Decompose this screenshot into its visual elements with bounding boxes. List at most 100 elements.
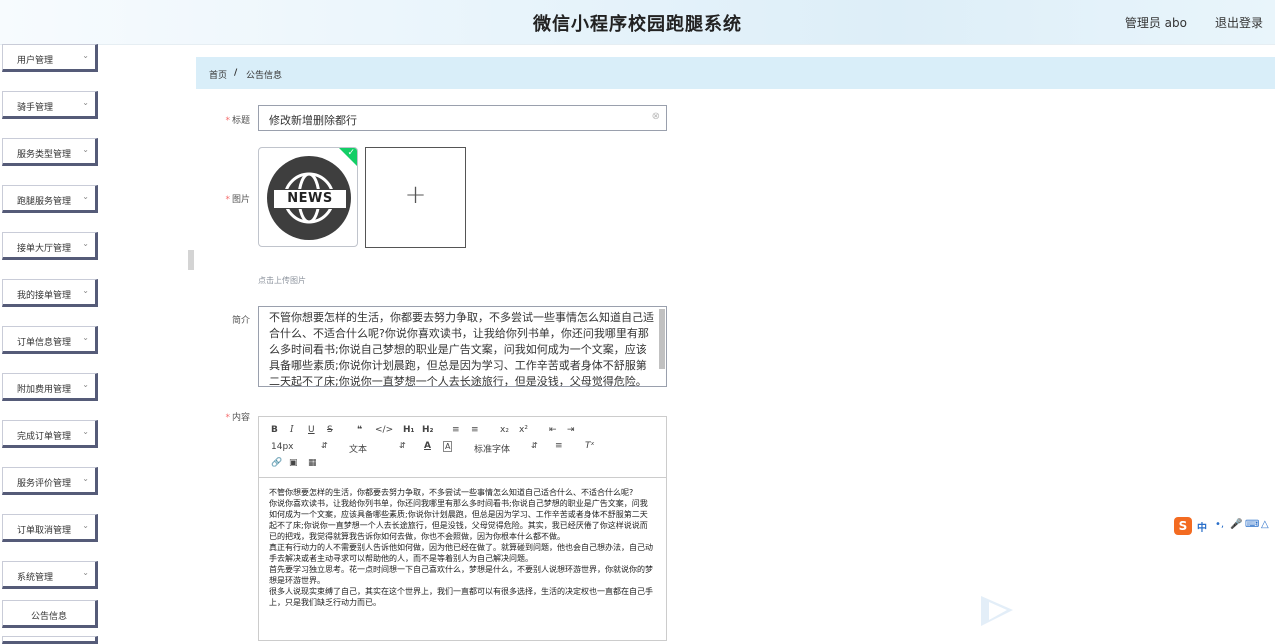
heading-2-icon[interactable]: H₂	[422, 425, 433, 435]
subscript-icon[interactable]: x₂	[500, 425, 509, 435]
sidebar-item-riders[interactable]: 骑手管理 ⌄	[2, 91, 98, 119]
editor-paragraph: 你说你喜欢读书，让我给你列书单，你还问我哪里有那么多时间看书;你说自己梦想的职业…	[269, 499, 648, 541]
sidebar-item-label: 公告信息	[31, 612, 68, 622]
image-icon[interactable]: ▣	[289, 458, 298, 468]
rich-text-editor: B I U S ❝ </> H₁ H₂ ≡ ≡ x₂ x² ⇤ ⇥ 14px ⇵…	[258, 416, 667, 641]
required-mark: *	[225, 195, 230, 205]
textarea-scrollbar[interactable]	[659, 309, 665, 369]
sidebar-item-label: 服务类型管理	[17, 150, 72, 160]
superscript-icon[interactable]: x²	[519, 425, 528, 435]
sidebar-item-label: 订单信息管理	[17, 338, 72, 348]
chevron-down-icon: ⌄	[82, 380, 89, 389]
blockquote-icon[interactable]: ❝	[357, 425, 362, 435]
skin-icon[interactable]: △	[1261, 519, 1269, 530]
sidebar-item-my-orders[interactable]: 我的接单管理 ⌄	[2, 279, 98, 307]
video-icon[interactable]: ▦	[308, 458, 317, 468]
italic-icon[interactable]: I	[290, 425, 294, 435]
chevron-down-icon: ⌄	[82, 192, 89, 201]
indent-icon[interactable]: ⇥	[567, 425, 575, 435]
heading-1-icon[interactable]: H₁	[403, 425, 414, 435]
chevron-down-icon: ⌄	[82, 474, 89, 483]
link-icon[interactable]: 🔗	[271, 458, 282, 468]
uploaded-image-thumbnail[interactable]: NEWS ✓	[258, 147, 358, 247]
watermark-logo-icon	[981, 596, 1013, 626]
editor-toolbar: B I U S ❝ </> H₁ H₂ ≡ ≡ x₂ x² ⇤ ⇥ 14px ⇵…	[259, 417, 666, 478]
ime-mode-label[interactable]: 中	[1197, 519, 1207, 534]
chevron-down-icon: ⌄	[82, 568, 89, 577]
sidebar-item-extra-fees[interactable]: 附加费用管理 ⌄	[2, 373, 98, 401]
punctuation-icon[interactable]: •,	[1215, 519, 1224, 530]
chevron-down-icon: ⌄	[82, 286, 89, 295]
sidebar-item-order-hall[interactable]: 接单大厅管理 ⌄	[2, 232, 98, 260]
background-color-icon[interactable]: A	[443, 441, 453, 452]
intro-label: 简介	[231, 316, 250, 326]
sidebar-item-label: 完成订单管理	[17, 432, 72, 442]
editor-paragraph: 很多人说现实束缚了自己，其实在这个世界上，我们一直都可以有很多选择，生活的决定权…	[269, 587, 653, 607]
chevron-down-icon: ⌄	[82, 333, 89, 342]
sidebar-item-partial[interactable]	[2, 636, 98, 644]
select-arrows-icon: ⇵	[399, 441, 406, 450]
intro-textarea-value: 不管你想要怎样的生活，你都要去努力争取，不多尝试一些事情怎么知道自己适合什么、不…	[269, 311, 654, 387]
select-arrows-icon: ⇵	[531, 441, 538, 450]
sidebar-item-completed-orders[interactable]: 完成订单管理 ⌄	[2, 420, 98, 448]
sogou-logo-icon: S	[1174, 517, 1192, 535]
underline-icon[interactable]: U	[308, 425, 315, 435]
sidebar-item-label: 服务评价管理	[17, 479, 72, 489]
sidebar-item-label: 用户管理	[17, 56, 54, 66]
sidebar-item-label: 骑手管理	[17, 103, 54, 113]
chevron-down-icon: ⌄	[82, 98, 89, 107]
strikethrough-icon[interactable]: S	[327, 425, 333, 435]
news-globe-icon: NEWS	[267, 156, 351, 240]
keyboard-icon[interactable]: ⌨	[1245, 519, 1259, 530]
sidebar-item-order-cancel[interactable]: 订单取消管理 ⌄	[2, 514, 98, 542]
ime-toolbar[interactable]: S 中 •, 🎤 ⌨ △	[1172, 516, 1275, 536]
microphone-icon[interactable]: 🎤	[1230, 519, 1242, 530]
clear-icon[interactable]: ⊗	[652, 111, 660, 122]
chevron-down-icon: ⌄	[82, 521, 89, 530]
sidebar-item-errand-services[interactable]: 跑腿服务管理 ⌄	[2, 185, 98, 213]
content-label: * 内容	[225, 413, 250, 423]
sidebar-item-label: 系统管理	[17, 573, 54, 583]
font-size-select[interactable]: 14px	[271, 442, 294, 452]
logout-link[interactable]: 退出登录	[1215, 14, 1263, 31]
sidebar-item-label: 我的接单管理	[17, 291, 72, 301]
chevron-down-icon: ⌄	[82, 239, 89, 248]
clear-format-icon[interactable]: Tˣ	[585, 441, 595, 451]
sidebar-item-users[interactable]: 用户管理 ⌄	[2, 44, 98, 72]
upload-hint: 点击上传图片	[258, 276, 306, 285]
decorative-bar	[188, 250, 194, 270]
editor-content[interactable]: 不管你想要怎样的生活，你都要去努力争取，不多尝试一些事情怎么知道自己适合什么、不…	[269, 487, 654, 608]
outdent-icon[interactable]: ⇤	[549, 425, 557, 435]
align-icon[interactable]: ≡	[555, 441, 563, 451]
intro-textarea[interactable]: 不管你想要怎样的生活，你都要去努力争取，不多尝试一些事情怎么知道自己适合什么、不…	[258, 306, 667, 387]
image-label: * 图片	[225, 195, 250, 205]
breadcrumb-separator: /	[234, 68, 238, 78]
breadcrumb-home[interactable]: 首页	[209, 68, 227, 81]
font-family-select[interactable]: 标准字体	[474, 442, 510, 455]
block-format-select[interactable]: 文本	[349, 442, 367, 455]
code-block-icon[interactable]: </>	[375, 425, 393, 435]
editor-paragraph: 不管你想要怎样的生活，你都要去努力争取，不多尝试一些事情怎么知道自己适合什么、不…	[269, 488, 634, 497]
font-color-icon[interactable]: A	[424, 441, 431, 451]
upload-image-button[interactable]: +	[365, 147, 466, 248]
bullet-list-icon[interactable]: ≡	[471, 425, 479, 435]
sidebar-item-label: 订单取消管理	[17, 526, 72, 536]
top-header: 微信小程序校园跑腿系统 管理员 abo 退出登录	[0, 0, 1275, 45]
sidebar-item-order-info[interactable]: 订单信息管理 ⌄	[2, 326, 98, 354]
required-mark: *	[225, 413, 230, 423]
sidebar-item-label: 跑腿服务管理	[17, 197, 72, 207]
sidebar-item-service-reviews[interactable]: 服务评价管理 ⌄	[2, 467, 98, 495]
bold-icon[interactable]: B	[271, 425, 278, 435]
sidebar-item-service-types[interactable]: 服务类型管理 ⌄	[2, 138, 98, 166]
breadcrumb-current: 公告信息	[246, 71, 283, 81]
select-arrows-icon: ⇵	[321, 441, 328, 450]
title-input[interactable]: 修改新增删除都行 ⊗	[258, 105, 667, 131]
sidebar-item-system[interactable]: 系统管理 ⌄	[2, 561, 98, 589]
editor-paragraph: 首先要学习独立思考。花一点时间想一下自己喜欢什么，梦想是什么，不要别人说想环游世…	[269, 565, 653, 585]
editor-paragraph: 真正有行动力的人不需要别人告诉他如何做，因为他已经在做了。就算碰到问题，他也会自…	[269, 543, 653, 563]
required-mark: *	[225, 116, 230, 126]
sidebar-subitem-announcements[interactable]: 公告信息	[2, 600, 98, 628]
title-input-value: 修改新增删除都行	[269, 114, 357, 127]
chevron-down-icon: ⌄	[82, 145, 89, 154]
ordered-list-icon[interactable]: ≡	[452, 425, 460, 435]
